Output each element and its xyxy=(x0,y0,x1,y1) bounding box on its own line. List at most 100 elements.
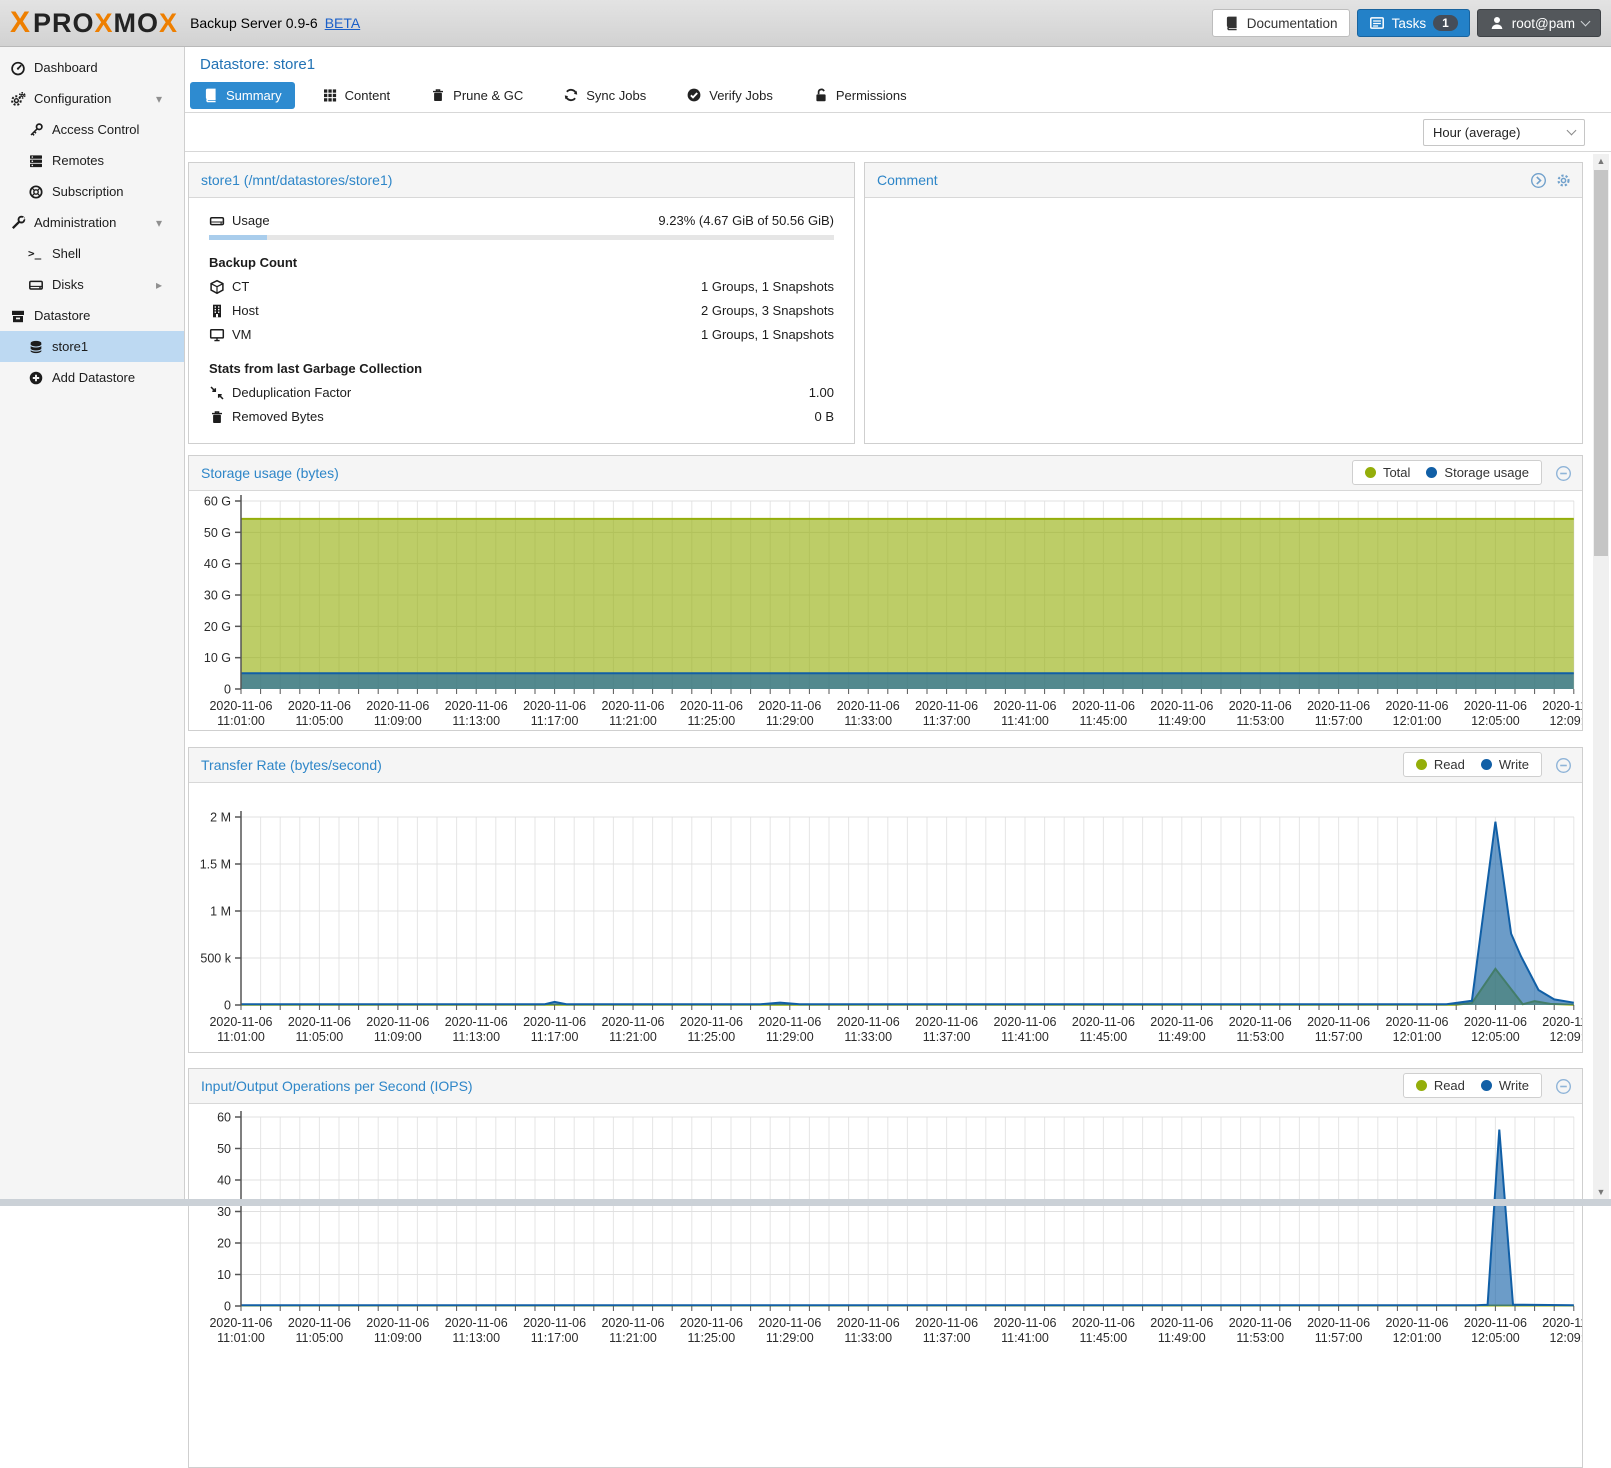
svg-text:11:17:00: 11:17:00 xyxy=(531,1331,579,1345)
tab-sync-jobs[interactable]: Sync Jobs xyxy=(550,82,659,109)
sidebar-item-disks[interactable]: Disks▸ xyxy=(0,269,184,300)
svg-text:11:05:00: 11:05:00 xyxy=(296,714,344,728)
svg-text:11:01:00: 11:01:00 xyxy=(217,714,265,728)
panel-title: store1 (/mnt/datastores/store1) xyxy=(201,172,392,188)
legend-item-total[interactable]: Total xyxy=(1365,465,1410,480)
settings-tool-icon[interactable] xyxy=(1555,172,1572,189)
legend-item-write[interactable]: Write xyxy=(1481,757,1529,772)
sidebar-item-subscription[interactable]: Subscription xyxy=(0,176,184,207)
svg-text:10: 10 xyxy=(217,1268,231,1282)
svg-text:11:57:00: 11:57:00 xyxy=(1315,1331,1363,1345)
svg-text:11:01:00: 11:01:00 xyxy=(217,1030,265,1044)
scroll-up-arrow[interactable]: ▲ xyxy=(1593,154,1609,168)
svg-text:2020-11-06: 2020-11-06 xyxy=(915,1015,978,1029)
minus-circle-icon[interactable] xyxy=(1555,1078,1572,1095)
monitor-icon xyxy=(209,327,225,343)
svg-text:12:05:00: 12:05:00 xyxy=(1471,1030,1520,1044)
sidebar-item-label: Access Control xyxy=(52,122,139,137)
minus-circle-icon[interactable] xyxy=(1555,465,1572,482)
vertical-scrollbar[interactable]: ▲ ▼ xyxy=(1593,154,1609,1206)
svg-text:12:09:00: 12:09:00 xyxy=(1549,1030,1582,1044)
unlock-icon xyxy=(813,87,829,103)
legend-item-read[interactable]: Read xyxy=(1416,757,1465,772)
window-bottom-edge xyxy=(0,1199,1611,1206)
caret-down-icon[interactable]: ▾ xyxy=(156,216,162,230)
svg-text:1.5 M: 1.5 M xyxy=(200,858,231,872)
sidebar-item-remotes[interactable]: Remotes xyxy=(0,145,184,176)
sidebar-item-datastore[interactable]: Datastore xyxy=(0,300,184,331)
dashboard-icon xyxy=(10,60,26,76)
legend-item-write[interactable]: Write xyxy=(1481,1078,1529,1093)
check-circle-icon xyxy=(686,87,702,103)
sidebar: DashboardConfiguration▾ Access Control Rem… xyxy=(0,47,185,1206)
chart-legend: Read Write xyxy=(1403,1073,1542,1098)
svg-text:2020-11-06: 2020-11-06 xyxy=(993,699,1056,713)
sidebar-item-shell[interactable]: >_Shell xyxy=(0,238,184,269)
svg-text:11:29:00: 11:29:00 xyxy=(766,1331,814,1345)
svg-text:2020-11-06: 2020-11-06 xyxy=(993,1015,1056,1029)
minus-circle-icon[interactable] xyxy=(1555,757,1572,774)
tab-permissions[interactable]: Permissions xyxy=(800,82,920,109)
sidebar-item-dashboard[interactable]: Dashboard xyxy=(0,52,184,83)
panel-title: Comment xyxy=(877,172,938,188)
sidebar-item-store1[interactable]: store1 xyxy=(0,331,184,362)
svg-text:11:05:00: 11:05:00 xyxy=(296,1030,344,1044)
svg-text:2020-11-06: 2020-11-06 xyxy=(837,699,900,713)
datastore-summary-panel: store1 (/mnt/datastores/store1) Usage 9.… xyxy=(188,162,855,444)
page-title: Datastore: store1 xyxy=(200,56,315,73)
product-name: Backup Server 0.9-6 xyxy=(190,15,318,31)
svg-text:2020-11-06: 2020-11-06 xyxy=(837,1316,900,1330)
svg-text:11:17:00: 11:17:00 xyxy=(531,1030,579,1044)
svg-text:11:37:00: 11:37:00 xyxy=(923,1030,971,1044)
svg-text:11:33:00: 11:33:00 xyxy=(844,1030,892,1044)
sidebar-item-access-control[interactable]: Access Control xyxy=(0,114,184,145)
svg-text:11:09:00: 11:09:00 xyxy=(374,714,422,728)
tab-content[interactable]: Content xyxy=(309,82,404,109)
stat-row: Removed Bytes0 B xyxy=(209,407,834,426)
svg-text:11:53:00: 11:53:00 xyxy=(1236,1030,1284,1044)
svg-text:2020-11-06: 2020-11-06 xyxy=(1229,1015,1292,1029)
legend-dot-icon xyxy=(1416,1080,1427,1091)
stat-row: CT1 Groups, 1 Snapshots xyxy=(209,277,834,296)
main-content: Datastore: store1 Summary Content Prune & … xyxy=(185,47,1611,1206)
documentation-button[interactable]: Documentation xyxy=(1212,9,1350,37)
legend-item-read[interactable]: Read xyxy=(1416,1078,1465,1093)
grid-icon xyxy=(322,87,338,103)
stat-row: VM1 Groups, 1 Snapshots xyxy=(209,325,834,344)
svg-text:11:29:00: 11:29:00 xyxy=(766,1030,814,1044)
tab-verify-jobs[interactable]: Verify Jobs xyxy=(673,82,786,109)
svg-text:12:01:00: 12:01:00 xyxy=(1393,1030,1442,1044)
legend-item-storage-usage[interactable]: Storage usage xyxy=(1426,465,1529,480)
stat-row: Deduplication Factor1.00 xyxy=(209,383,834,402)
scrollbar-thumb[interactable] xyxy=(1594,170,1608,556)
sidebar-item-add-datastore[interactable]: Add Datastore xyxy=(0,362,184,393)
beta-link[interactable]: BETA xyxy=(325,15,361,31)
svg-text:2020-11-06: 2020-11-06 xyxy=(680,1316,743,1330)
svg-text:2020-11-06: 2020-11-06 xyxy=(1229,699,1292,713)
svg-text:11:49:00: 11:49:00 xyxy=(1158,714,1206,728)
svg-text:30: 30 xyxy=(217,1205,231,1219)
user-menu-button[interactable]: root@pam xyxy=(1477,9,1601,37)
svg-text:11:01:00: 11:01:00 xyxy=(217,1331,265,1345)
tasks-button[interactable]: Tasks 1 xyxy=(1357,9,1470,37)
svg-text:20: 20 xyxy=(217,1237,231,1251)
svg-text:0: 0 xyxy=(224,683,231,697)
iops-chart: 01020304050602020-11-0611:01:002020-11-0… xyxy=(189,1104,1582,1466)
scroll-down-arrow[interactable]: ▼ xyxy=(1593,1185,1609,1199)
svg-text:2020-11-06: 2020-11-06 xyxy=(758,699,821,713)
sidebar-item-configuration[interactable]: Configuration▾ xyxy=(0,83,184,114)
hdd-icon xyxy=(209,213,225,229)
caret-down-icon[interactable]: ▾ xyxy=(156,92,162,106)
svg-text:2020-11-06: 2020-11-06 xyxy=(366,699,429,713)
caret-right-icon[interactable]: ▸ xyxy=(156,278,162,292)
sidebar-item-label: Remotes xyxy=(52,153,104,168)
tab-prune-gc[interactable]: Prune & GC xyxy=(417,82,536,109)
svg-text:2020-11-06: 2020-11-06 xyxy=(1464,1316,1527,1330)
expand-tool-icon[interactable] xyxy=(1530,172,1547,189)
legend-dot-icon xyxy=(1481,759,1492,770)
chevron-down-icon xyxy=(1567,126,1577,136)
tab-summary[interactable]: Summary xyxy=(190,82,295,109)
sidebar-item-administration[interactable]: Administration▾ xyxy=(0,207,184,238)
interval-select[interactable]: Hour (average) xyxy=(1423,119,1585,146)
svg-text:11:21:00: 11:21:00 xyxy=(609,1331,657,1345)
